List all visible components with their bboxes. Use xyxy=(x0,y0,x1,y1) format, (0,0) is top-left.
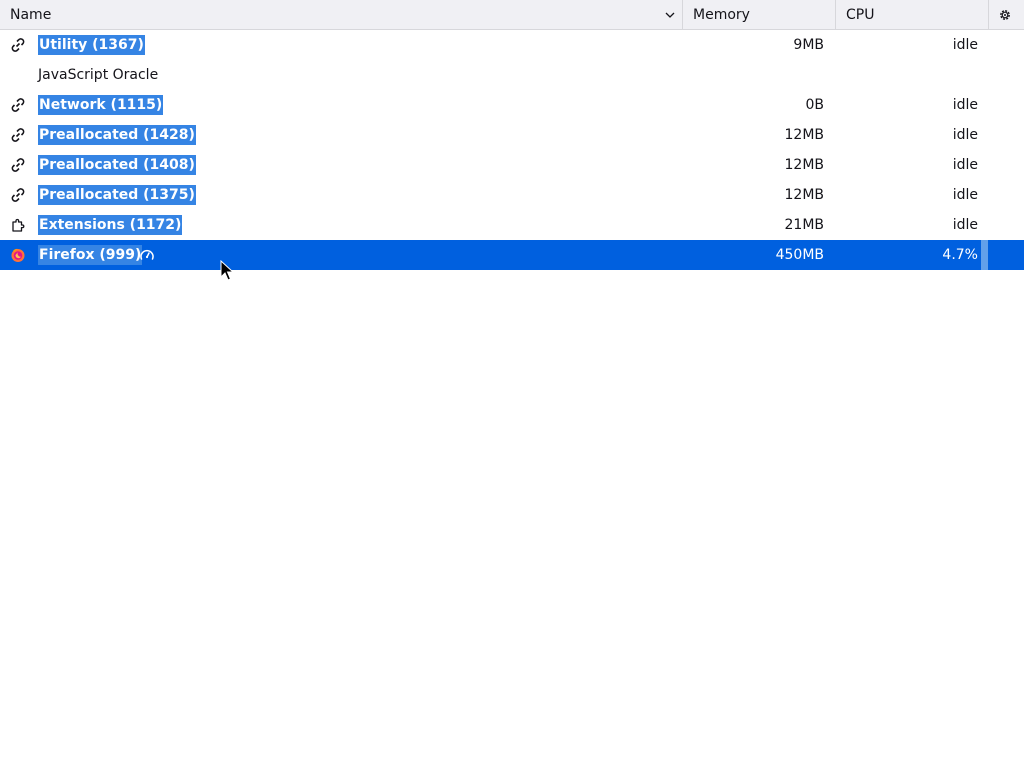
process-row[interactable]: Preallocated (1408) 12MB idle xyxy=(0,150,1024,180)
process-name: JavaScript Oracle xyxy=(38,67,159,83)
process-cpu: idle xyxy=(952,187,978,203)
process-cpu: 4.7% xyxy=(942,247,978,263)
mouse-cursor-icon xyxy=(220,260,234,281)
process-row[interactable]: Preallocated (1428) 12MB idle xyxy=(0,120,1024,150)
process-memory: 0B xyxy=(805,97,824,113)
chevron-down-icon[interactable] xyxy=(664,9,676,21)
process-row-selected[interactable]: Firefox (999) 450MB 4.7% xyxy=(0,240,1024,270)
process-cpu: idle xyxy=(952,127,978,143)
process-memory: 12MB xyxy=(784,187,825,203)
link-icon xyxy=(11,98,25,112)
column-cpu[interactable]: CPU xyxy=(835,0,988,30)
process-memory: 12MB xyxy=(784,157,825,173)
process-cpu: idle xyxy=(952,97,978,113)
column-memory-label: Memory xyxy=(693,7,750,23)
gear-icon[interactable] xyxy=(998,8,1012,22)
process-row[interactable]: JavaScript Oracle xyxy=(0,60,1024,90)
puzzle-piece-icon xyxy=(12,218,25,232)
firefox-logo-icon xyxy=(11,248,25,262)
cpu-usage-bar xyxy=(981,240,988,270)
process-row[interactable]: Utility (1367) 9MB idle xyxy=(0,30,1024,60)
process-memory: 12MB xyxy=(784,127,825,143)
process-name: Extensions (1172) xyxy=(38,215,183,235)
process-manager: Name Memory CPU Utility (1367) 9MB idle … xyxy=(0,0,1024,768)
link-icon xyxy=(11,158,25,172)
profiler-gauge-icon[interactable] xyxy=(138,247,156,263)
process-name: Network (1115) xyxy=(38,95,164,115)
process-memory: 9MB xyxy=(793,37,824,53)
process-name: Preallocated (1408) xyxy=(38,155,196,175)
process-cpu: idle xyxy=(952,217,978,233)
process-list: Utility (1367) 9MB idle JavaScript Oracl… xyxy=(0,30,1024,270)
column-name-label: Name xyxy=(10,7,52,23)
process-name: Utility (1367) xyxy=(38,35,145,55)
process-name: Preallocated (1428) xyxy=(38,125,196,145)
process-cpu: idle xyxy=(952,157,978,173)
link-icon xyxy=(11,188,25,202)
process-cpu: idle xyxy=(952,37,978,53)
link-icon xyxy=(11,38,25,52)
column-header: Name Memory CPU xyxy=(0,0,1024,30)
process-row[interactable]: Preallocated (1375) 12MB idle xyxy=(0,180,1024,210)
column-name[interactable]: Name xyxy=(0,0,682,30)
process-name: Preallocated (1375) xyxy=(38,185,196,205)
process-row[interactable]: Network (1115) 0B idle xyxy=(0,90,1024,120)
process-memory: 21MB xyxy=(784,217,825,233)
process-row[interactable]: Extensions (1172) 21MB idle xyxy=(0,210,1024,240)
process-memory: 450MB xyxy=(775,247,824,263)
column-memory[interactable]: Memory xyxy=(682,0,835,30)
column-cpu-label: CPU xyxy=(846,7,875,23)
link-icon xyxy=(11,128,25,142)
process-name: Firefox (999) xyxy=(38,245,143,265)
